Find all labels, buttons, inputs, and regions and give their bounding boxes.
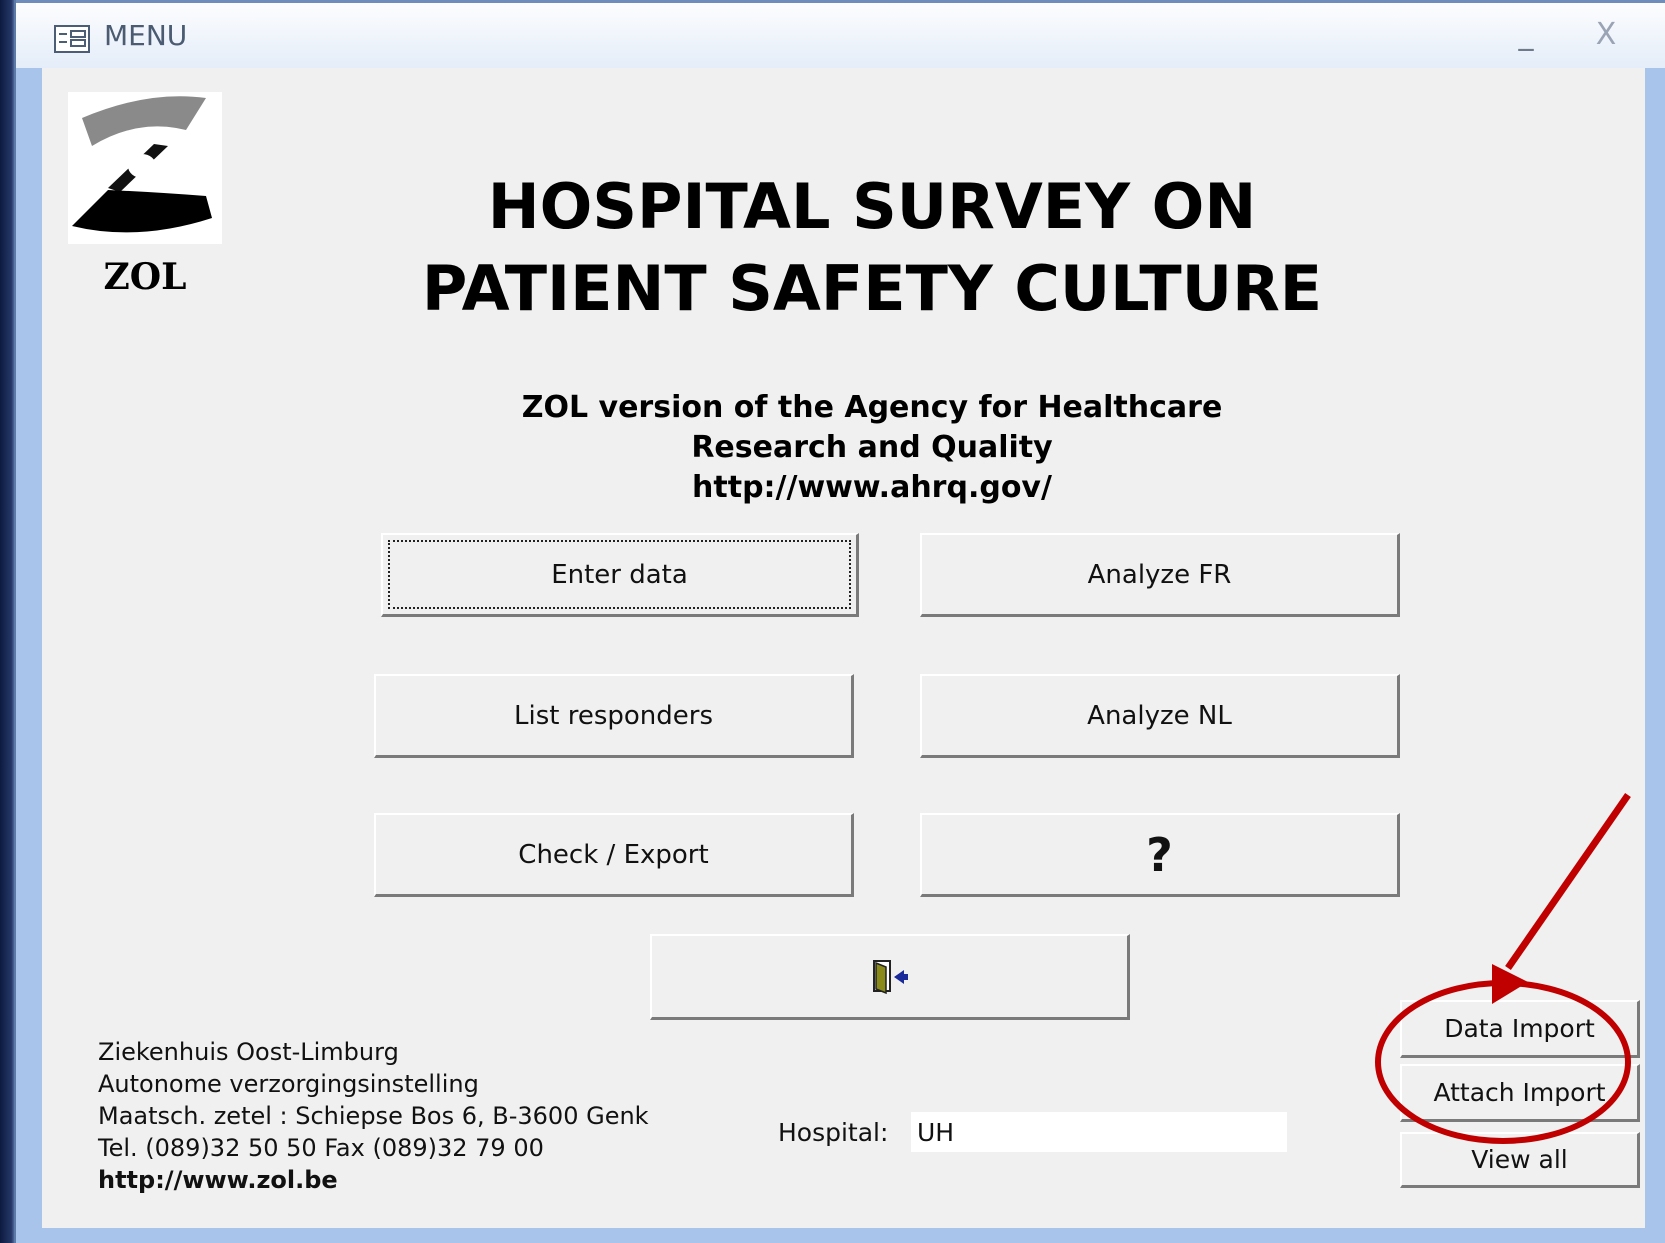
- data-import-label: Data Import: [1444, 1014, 1595, 1043]
- website-link[interactable]: http://www.zol.be: [98, 1164, 649, 1196]
- help-button[interactable]: ?: [920, 813, 1400, 897]
- subtitle-line-2: Research and Quality: [691, 430, 1053, 465]
- analyze-fr-button[interactable]: Analyze FR: [920, 533, 1400, 617]
- minimize-button[interactable]: _: [1506, 17, 1546, 57]
- menu-window: MENU _ X ZOL HOSPITAL SURVEY ON PATIENT …: [14, 0, 1665, 1243]
- title-line-1: HOSPITAL SURVEY ON: [487, 170, 1257, 243]
- address-line-4: Tel. (089)32 50 50 Fax (089)32 79 00: [98, 1134, 544, 1162]
- view-all-label: View all: [1471, 1145, 1568, 1174]
- subtitle: ZOL version of the Agency for Healthcare…: [342, 388, 1402, 508]
- view-all-button[interactable]: View all: [1400, 1132, 1640, 1188]
- address-line-1: Ziekenhuis Oost-Limburg: [98, 1038, 399, 1066]
- analyze-nl-button[interactable]: Analyze NL: [920, 674, 1400, 758]
- page-title: HOSPITAL SURVEY ON PATIENT SAFETY CULTUR…: [242, 166, 1502, 330]
- window-title: MENU: [104, 19, 188, 52]
- logo-text: ZOL: [103, 256, 187, 298]
- enter-data-label: Enter data: [551, 559, 688, 590]
- check-export-button[interactable]: Check / Export: [374, 813, 854, 897]
- address-line-3: Maatsch. zetel : Schiepse Bos 6, B-3600 …: [98, 1102, 649, 1130]
- analyze-nl-label: Analyze NL: [1087, 700, 1232, 731]
- hospital-label: Hospital:: [778, 1118, 889, 1147]
- help-label: ?: [1146, 827, 1173, 882]
- hospital-address: Ziekenhuis Oost-Limburg Autonome verzorg…: [98, 1036, 649, 1196]
- form-body: ZOL HOSPITAL SURVEY ON PATIENT SAFETY CU…: [42, 68, 1645, 1228]
- list-responders-button[interactable]: List responders: [374, 674, 854, 758]
- attach-import-button[interactable]: Attach Import: [1400, 1064, 1640, 1122]
- zol-logo: [68, 92, 222, 244]
- close-button[interactable]: X: [1586, 17, 1626, 57]
- subtitle-line-1: ZOL version of the Agency for Healthcare: [521, 390, 1223, 425]
- attach-import-label: Attach Import: [1433, 1078, 1606, 1107]
- form-icon: [54, 25, 90, 53]
- hospital-input[interactable]: [911, 1112, 1287, 1152]
- title-bar[interactable]: MENU _ X: [16, 0, 1665, 68]
- subtitle-url: http://www.ahrq.gov/: [692, 470, 1052, 505]
- check-export-label: Check / Export: [518, 839, 709, 870]
- exit-door-icon: [872, 959, 908, 994]
- list-responders-label: List responders: [514, 700, 713, 731]
- exit-button[interactable]: [650, 934, 1130, 1020]
- title-line-2: PATIENT SAFETY CULTURE: [421, 252, 1323, 325]
- enter-data-button[interactable]: Enter data: [381, 533, 859, 617]
- data-import-button[interactable]: Data Import: [1400, 1000, 1640, 1058]
- analyze-fr-label: Analyze FR: [1087, 559, 1232, 590]
- address-line-2: Autonome verzorgingsinstelling: [98, 1070, 479, 1098]
